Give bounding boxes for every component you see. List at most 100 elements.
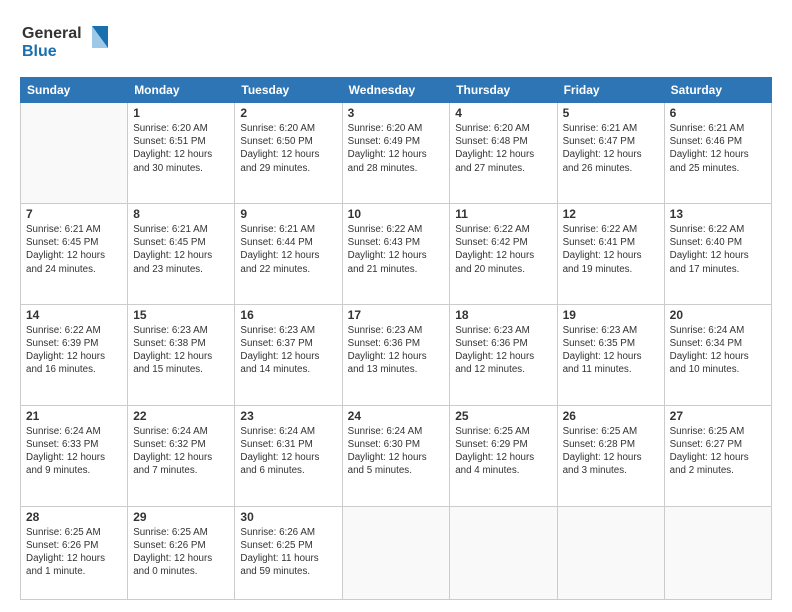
calendar-week-5: 28 Sunrise: 6:25 AM Sunset: 6:26 PM Dayli… bbox=[21, 506, 772, 599]
weekday-header-friday: Friday bbox=[557, 78, 664, 103]
day-info: Sunrise: 6:23 AM Sunset: 6:36 PM Dayligh… bbox=[455, 324, 551, 377]
calendar-cell: 1 Sunrise: 6:20 AM Sunset: 6:51 PM Daylig… bbox=[128, 103, 235, 204]
calendar-cell bbox=[342, 506, 450, 599]
svg-text:Blue: Blue bbox=[22, 43, 57, 60]
calendar-cell: 26 Sunrise: 6:25 AM Sunset: 6:28 PM Dayli… bbox=[557, 405, 664, 506]
day-number: 29 bbox=[133, 510, 229, 524]
day-number: 27 bbox=[670, 409, 766, 423]
day-info: Sunrise: 6:25 AM Sunset: 6:27 PM Dayligh… bbox=[670, 425, 766, 478]
day-info: Sunrise: 6:23 AM Sunset: 6:36 PM Dayligh… bbox=[348, 324, 445, 377]
day-info: Sunrise: 6:24 AM Sunset: 6:33 PM Dayligh… bbox=[26, 425, 122, 478]
calendar-cell: 30 Sunrise: 6:26 AM Sunset: 6:25 PM Dayli… bbox=[235, 506, 342, 599]
day-number: 20 bbox=[670, 308, 766, 322]
weekday-header-wednesday: Wednesday bbox=[342, 78, 450, 103]
day-number: 21 bbox=[26, 409, 122, 423]
day-number: 5 bbox=[563, 106, 659, 120]
calendar-cell: 6Sunrise: 6:21 AM Sunset: 6:46 PM Daylig… bbox=[664, 103, 771, 204]
day-number: 8 bbox=[133, 207, 229, 221]
day-info: Sunrise: 6:25 AM Sunset: 6:26 PM Dayligh… bbox=[26, 526, 122, 579]
day-number: 1 bbox=[133, 106, 229, 120]
day-info: Sunrise: 6:22 AM Sunset: 6:43 PM Dayligh… bbox=[348, 223, 445, 276]
day-number: 22 bbox=[133, 409, 229, 423]
calendar-week-1: 1 Sunrise: 6:20 AM Sunset: 6:51 PM Daylig… bbox=[21, 103, 772, 204]
calendar-cell: 14 Sunrise: 6:22 AM Sunset: 6:39 PM Dayli… bbox=[21, 304, 128, 405]
day-number: 9 bbox=[240, 207, 336, 221]
day-info: Sunrise: 6:24 AM Sunset: 6:30 PM Dayligh… bbox=[348, 425, 445, 478]
day-info: Sunrise: 6:21 AM Sunset: 6:45 PM Dayligh… bbox=[26, 223, 122, 276]
day-info: Sunrise: 6:20 AM Sunset: 6:48 PM Dayligh… bbox=[455, 122, 551, 175]
day-number: 17 bbox=[348, 308, 445, 322]
weekday-header-thursday: Thursday bbox=[450, 78, 557, 103]
calendar-cell: 2 Sunrise: 6:20 AM Sunset: 6:50 PM Daylig… bbox=[235, 103, 342, 204]
day-info: Sunrise: 6:24 AM Sunset: 6:32 PM Dayligh… bbox=[133, 425, 229, 478]
calendar-cell: 17 Sunrise: 6:23 AM Sunset: 6:36 PM Dayli… bbox=[342, 304, 450, 405]
day-number: 4 bbox=[455, 106, 551, 120]
day-number: 3 bbox=[348, 106, 445, 120]
day-info: Sunrise: 6:20 AM Sunset: 6:50 PM Dayligh… bbox=[240, 122, 336, 175]
calendar-week-4: 21 Sunrise: 6:24 AM Sunset: 6:33 PM Dayli… bbox=[21, 405, 772, 506]
calendar-cell bbox=[664, 506, 771, 599]
day-number: 13 bbox=[670, 207, 766, 221]
day-info: Sunrise: 6:23 AM Sunset: 6:35 PM Dayligh… bbox=[563, 324, 659, 377]
calendar-cell: 4 Sunrise: 6:20 AM Sunset: 6:48 PM Daylig… bbox=[450, 103, 557, 204]
day-number: 14 bbox=[26, 308, 122, 322]
calendar-cell: 5 Sunrise: 6:21 AM Sunset: 6:47 PM Daylig… bbox=[557, 103, 664, 204]
calendar-cell: 3Sunrise: 6:20 AM Sunset: 6:49 PM Daylig… bbox=[342, 103, 450, 204]
day-info: Sunrise: 6:23 AM Sunset: 6:37 PM Dayligh… bbox=[240, 324, 336, 377]
day-number: 18 bbox=[455, 308, 551, 322]
calendar-week-3: 14 Sunrise: 6:22 AM Sunset: 6:39 PM Dayli… bbox=[21, 304, 772, 405]
day-number: 11 bbox=[455, 207, 551, 221]
day-number: 2 bbox=[240, 106, 336, 120]
day-number: 23 bbox=[240, 409, 336, 423]
calendar-cell: 7 Sunrise: 6:21 AM Sunset: 6:45 PM Daylig… bbox=[21, 203, 128, 304]
day-info: Sunrise: 6:22 AM Sunset: 6:40 PM Dayligh… bbox=[670, 223, 766, 276]
calendar-cell: 23Sunrise: 6:24 AM Sunset: 6:31 PM Dayli… bbox=[235, 405, 342, 506]
calendar-cell: 18 Sunrise: 6:23 AM Sunset: 6:36 PM Dayli… bbox=[450, 304, 557, 405]
header: General Blue bbox=[20, 18, 772, 67]
weekday-header-tuesday: Tuesday bbox=[235, 78, 342, 103]
calendar-cell: 10Sunrise: 6:22 AM Sunset: 6:43 PM Dayli… bbox=[342, 203, 450, 304]
day-info: Sunrise: 6:22 AM Sunset: 6:42 PM Dayligh… bbox=[455, 223, 551, 276]
day-number: 26 bbox=[563, 409, 659, 423]
day-info: Sunrise: 6:22 AM Sunset: 6:39 PM Dayligh… bbox=[26, 324, 122, 377]
logo: General Blue bbox=[20, 18, 110, 67]
day-number: 30 bbox=[240, 510, 336, 524]
day-number: 25 bbox=[455, 409, 551, 423]
calendar-cell bbox=[21, 103, 128, 204]
weekday-header-saturday: Saturday bbox=[664, 78, 771, 103]
weekday-header-monday: Monday bbox=[128, 78, 235, 103]
weekday-header-sunday: Sunday bbox=[21, 78, 128, 103]
calendar-cell: 24Sunrise: 6:24 AM Sunset: 6:30 PM Dayli… bbox=[342, 405, 450, 506]
page: General Blue SundayMondayTuesdayWednesda… bbox=[0, 0, 792, 612]
calendar-cell bbox=[557, 506, 664, 599]
day-info: Sunrise: 6:21 AM Sunset: 6:45 PM Dayligh… bbox=[133, 223, 229, 276]
calendar-cell: 28 Sunrise: 6:25 AM Sunset: 6:26 PM Dayli… bbox=[21, 506, 128, 599]
weekday-header-row: SundayMondayTuesdayWednesdayThursdayFrid… bbox=[21, 78, 772, 103]
calendar-cell: 29Sunrise: 6:25 AM Sunset: 6:26 PM Dayli… bbox=[128, 506, 235, 599]
calendar-cell: 22 Sunrise: 6:24 AM Sunset: 6:32 PM Dayli… bbox=[128, 405, 235, 506]
day-number: 19 bbox=[563, 308, 659, 322]
day-info: Sunrise: 6:20 AM Sunset: 6:51 PM Dayligh… bbox=[133, 122, 229, 175]
day-number: 28 bbox=[26, 510, 122, 524]
calendar-cell: 8 Sunrise: 6:21 AM Sunset: 6:45 PM Daylig… bbox=[128, 203, 235, 304]
day-number: 6 bbox=[670, 106, 766, 120]
day-info: Sunrise: 6:25 AM Sunset: 6:28 PM Dayligh… bbox=[563, 425, 659, 478]
calendar-cell: 27 Sunrise: 6:25 AM Sunset: 6:27 PM Dayli… bbox=[664, 405, 771, 506]
calendar-cell: 25Sunrise: 6:25 AM Sunset: 6:29 PM Dayli… bbox=[450, 405, 557, 506]
day-info: Sunrise: 6:22 AM Sunset: 6:41 PM Dayligh… bbox=[563, 223, 659, 276]
calendar-cell: 15Sunrise: 6:23 AM Sunset: 6:38 PM Dayli… bbox=[128, 304, 235, 405]
calendar-week-2: 7 Sunrise: 6:21 AM Sunset: 6:45 PM Daylig… bbox=[21, 203, 772, 304]
calendar-cell: 16 Sunrise: 6:23 AM Sunset: 6:37 PM Dayli… bbox=[235, 304, 342, 405]
day-info: Sunrise: 6:26 AM Sunset: 6:25 PM Dayligh… bbox=[240, 526, 336, 579]
svg-text:General: General bbox=[22, 25, 82, 42]
calendar-cell: 9 Sunrise: 6:21 AM Sunset: 6:44 PM Daylig… bbox=[235, 203, 342, 304]
day-number: 12 bbox=[563, 207, 659, 221]
calendar-cell: 12 Sunrise: 6:22 AM Sunset: 6:41 PM Dayli… bbox=[557, 203, 664, 304]
calendar-cell: 20Sunrise: 6:24 AM Sunset: 6:34 PM Dayli… bbox=[664, 304, 771, 405]
day-info: Sunrise: 6:21 AM Sunset: 6:47 PM Dayligh… bbox=[563, 122, 659, 175]
day-number: 7 bbox=[26, 207, 122, 221]
day-info: Sunrise: 6:21 AM Sunset: 6:44 PM Dayligh… bbox=[240, 223, 336, 276]
day-number: 16 bbox=[240, 308, 336, 322]
calendar-cell: 13 Sunrise: 6:22 AM Sunset: 6:40 PM Dayli… bbox=[664, 203, 771, 304]
calendar-cell bbox=[450, 506, 557, 599]
